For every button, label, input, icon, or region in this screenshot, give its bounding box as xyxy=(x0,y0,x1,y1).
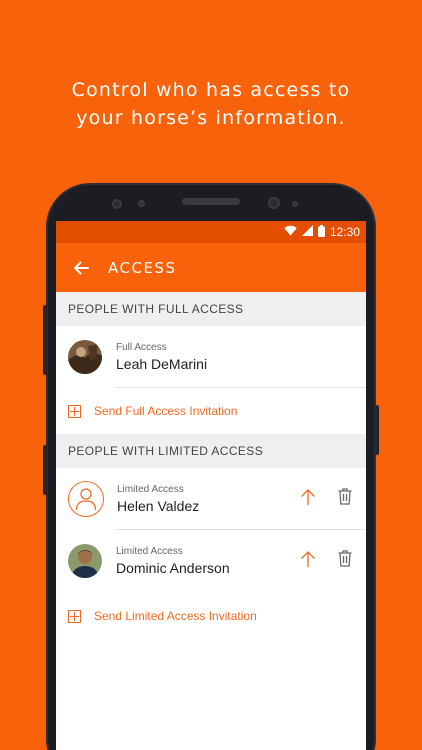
invite-label: Send Limited Access Invitation xyxy=(94,609,257,623)
wifi-icon xyxy=(284,225,297,239)
add-box-icon xyxy=(68,609,81,623)
row-divider xyxy=(116,387,366,388)
access-type-label: Full Access xyxy=(116,342,167,353)
delete-trash-icon[interactable] xyxy=(338,488,352,510)
phone-power-button xyxy=(375,405,379,455)
signal-icon xyxy=(301,225,313,239)
status-bar: 12:30 xyxy=(56,221,366,243)
invite-label: Send Full Access Invitation xyxy=(94,404,238,418)
phone-volume-button xyxy=(43,305,47,375)
phone-camera-icon xyxy=(112,199,122,209)
full-access-person-row[interactable]: Full Access Leah DeMarini xyxy=(56,326,366,388)
full-access-header: PEOPLE WITH FULL ACCESS xyxy=(56,292,366,326)
person-name: Dominic Anderson xyxy=(116,560,230,576)
battery-icon xyxy=(317,224,325,240)
access-type-label: Limited Access xyxy=(117,484,184,495)
phone-volume-button-2 xyxy=(43,445,47,495)
person-name: Helen Valdez xyxy=(117,498,200,514)
phone-front-camera-icon xyxy=(268,197,280,209)
promo-headline: Control who has access to your horse’s i… xyxy=(0,76,422,132)
promo-line-2: your horse’s information. xyxy=(76,107,346,129)
limited-access-person-row[interactable]: Limited Access Dominic Anderson xyxy=(56,530,366,592)
limited-access-header: PEOPLE WITH LIMITED ACCESS xyxy=(56,434,366,468)
phone-speaker xyxy=(182,198,240,205)
access-type-label: Limited Access xyxy=(116,546,183,557)
avatar xyxy=(68,544,102,578)
phone-sensor-icon xyxy=(138,200,145,207)
delete-trash-icon[interactable] xyxy=(338,550,352,572)
promote-arrow-up-icon[interactable] xyxy=(300,488,316,511)
back-arrow-icon[interactable] xyxy=(70,257,92,279)
send-full-access-invitation-button[interactable]: Send Full Access Invitation xyxy=(56,388,366,434)
app-bar: ACCESS xyxy=(56,243,366,292)
promote-arrow-up-icon[interactable] xyxy=(300,550,316,573)
phone-proximity-icon xyxy=(292,201,298,207)
limited-access-person-row[interactable]: Limited Access Helen Valdez xyxy=(56,468,366,530)
person-placeholder-icon xyxy=(68,481,104,517)
add-box-icon xyxy=(68,404,81,418)
status-time: 12:30 xyxy=(329,225,360,239)
send-limited-access-invitation-button[interactable]: Send Limited Access Invitation xyxy=(56,592,366,640)
promo-line-1: Control who has access to xyxy=(71,79,351,101)
avatar xyxy=(68,340,102,374)
page-title: ACCESS xyxy=(108,258,177,277)
app-screen: 12:30 ACCESS PEOPLE WITH FULL ACCESS Ful… xyxy=(56,221,366,750)
person-name: Leah DeMarini xyxy=(116,356,208,372)
